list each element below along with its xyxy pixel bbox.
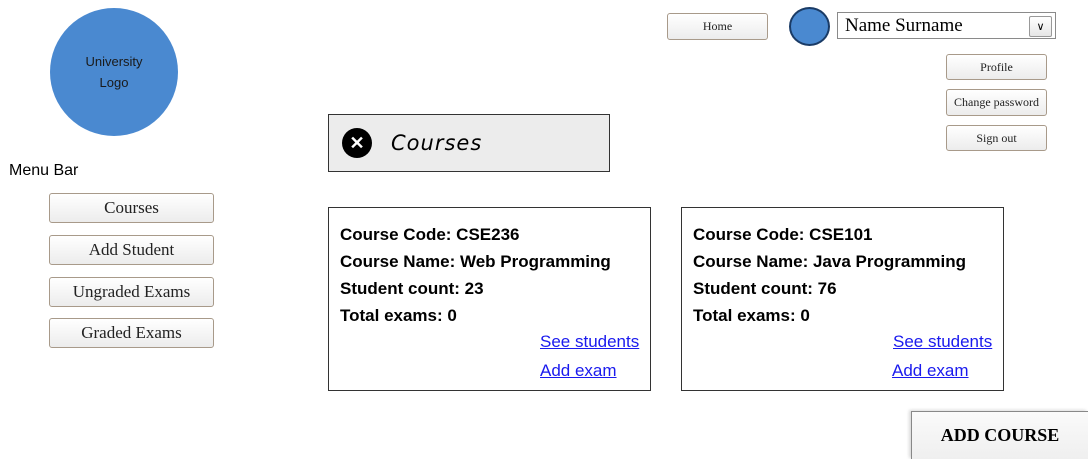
menu-courses-button[interactable]: Courses <box>49 193 214 223</box>
course-code: Course Code: CSE101 <box>693 225 873 244</box>
course-card: Course Code: CSE101 Course Name: Java Pr… <box>681 207 1004 391</box>
see-students-link[interactable]: See students <box>540 332 639 352</box>
student-count: Student count: 76 <box>693 279 837 298</box>
logo-text-line1: University <box>85 54 143 69</box>
total-exams: Total exams: 0 <box>693 306 810 325</box>
course-code: Course Code: CSE236 <box>340 225 520 244</box>
logo-text-line2: Logo <box>99 75 129 90</box>
page-header: ✕ Courses <box>328 114 610 172</box>
menu-add-student-button[interactable]: Add Student <box>49 235 214 265</box>
course-card: Course Code: CSE236 Course Name: Web Pro… <box>328 207 651 391</box>
user-name: Name Surname <box>845 14 963 36</box>
user-avatar[interactable] <box>789 7 830 46</box>
add-exam-link[interactable]: Add exam <box>892 361 969 381</box>
sign-out-button[interactable]: Sign out <box>946 125 1047 151</box>
close-icon[interactable]: ✕ <box>342 128 372 158</box>
user-dropdown[interactable]: Name Surname ∨ <box>837 12 1056 39</box>
page-title: Courses <box>391 131 483 155</box>
home-button[interactable]: Home <box>667 13 768 40</box>
change-password-button[interactable]: Change password <box>946 89 1047 116</box>
profile-button[interactable]: Profile <box>946 54 1047 80</box>
add-exam-link[interactable]: Add exam <box>540 361 617 381</box>
menu-ungraded-exams-button[interactable]: Ungraded Exams <box>49 277 214 307</box>
menu-graded-exams-button[interactable]: Graded Exams <box>49 318 214 348</box>
course-name: Course Name: Web Programming <box>340 252 611 271</box>
menu-bar-title: Menu Bar <box>9 162 79 179</box>
add-course-button[interactable]: ADD COURSE <box>911 411 1088 459</box>
student-count: Student count: 23 <box>340 279 484 298</box>
university-logo: University Logo <box>50 8 178 136</box>
see-students-link[interactable]: See students <box>893 332 992 352</box>
total-exams: Total exams: 0 <box>340 306 457 325</box>
course-name: Course Name: Java Programming <box>693 252 967 271</box>
chevron-down-icon[interactable]: ∨ <box>1029 16 1052 37</box>
